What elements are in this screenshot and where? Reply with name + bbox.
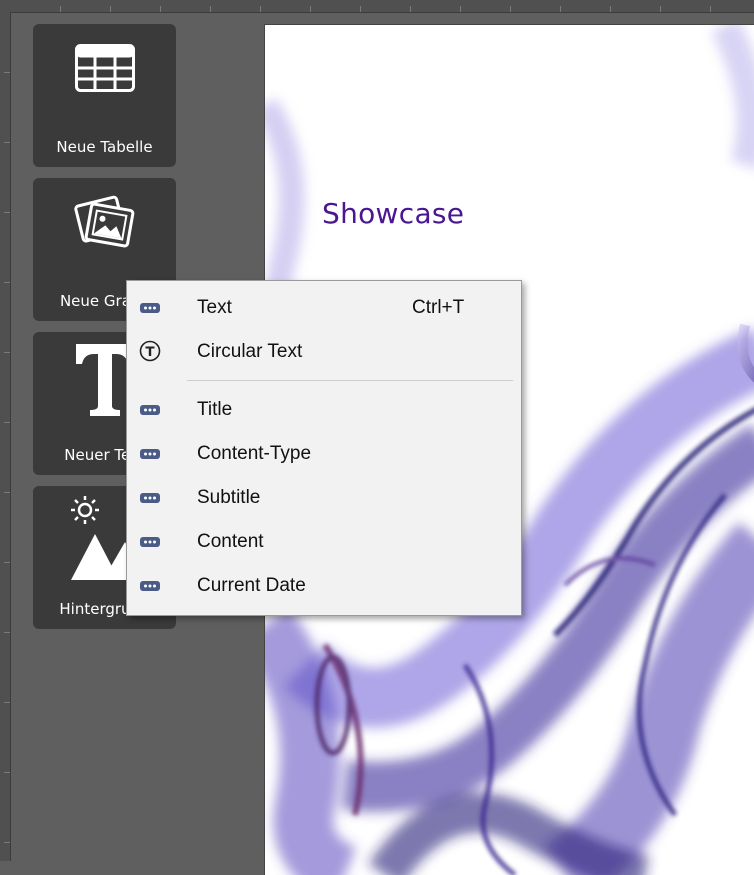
text-field-icon bbox=[140, 493, 160, 503]
circular-text-icon bbox=[139, 340, 161, 362]
ruler-tick bbox=[560, 6, 561, 12]
ruler-tick bbox=[4, 702, 10, 703]
menu-item-title[interactable]: Title bbox=[127, 389, 521, 429]
new-table-label: Neue Tabelle bbox=[56, 138, 153, 156]
ruler-tick bbox=[4, 212, 10, 213]
ruler-tick bbox=[4, 352, 10, 353]
ruler-tick bbox=[4, 422, 10, 423]
text-field-icon bbox=[140, 537, 160, 547]
ruler-tick bbox=[210, 6, 211, 12]
ruler-tick bbox=[160, 6, 161, 12]
menu-separator bbox=[187, 380, 513, 381]
ruler-tick bbox=[710, 6, 711, 12]
menu-item-label: Content-Type bbox=[197, 443, 312, 464]
ruler-tick bbox=[4, 842, 10, 843]
vertical-ruler bbox=[0, 12, 11, 861]
menu-item-label: Text bbox=[197, 297, 232, 318]
menu-item-label: Subtitle bbox=[197, 487, 261, 508]
ruler-tick bbox=[260, 6, 261, 12]
menu-item-subtitle[interactable]: Subtitle bbox=[127, 477, 521, 517]
new-table-button[interactable]: Neue Tabelle bbox=[33, 24, 176, 167]
text-field-icon bbox=[140, 581, 160, 591]
menu-item-shortcut: Ctrl+T bbox=[412, 297, 465, 318]
ruler-tick bbox=[360, 6, 361, 12]
menu-item-text[interactable]: Text Ctrl+T bbox=[127, 287, 521, 327]
menu-item-content-type[interactable]: Content-Type bbox=[127, 433, 521, 473]
ruler-tick bbox=[4, 142, 10, 143]
slide-title[interactable]: Showcase bbox=[322, 197, 464, 230]
text-field-icon bbox=[140, 405, 160, 415]
text-field-icon bbox=[140, 449, 160, 459]
horizontal-ruler bbox=[0, 0, 754, 13]
ruler-tick bbox=[60, 6, 61, 12]
ruler-tick bbox=[4, 72, 10, 73]
ruler-tick bbox=[510, 6, 511, 12]
menu-item-current-date[interactable]: Current Date bbox=[127, 565, 521, 605]
text-field-icon bbox=[140, 303, 160, 313]
menu-item-label: Current Date bbox=[197, 575, 306, 596]
table-icon bbox=[74, 44, 135, 92]
ruler-tick bbox=[310, 6, 311, 12]
menu-item-label: Circular Text bbox=[197, 341, 303, 362]
menu-item-label: Content bbox=[197, 531, 264, 552]
insert-text-context-menu: Text Ctrl+T Circular Text Title Content-… bbox=[126, 280, 522, 616]
ruler-tick bbox=[410, 6, 411, 12]
ruler-tick bbox=[660, 6, 661, 12]
ruler-tick bbox=[4, 562, 10, 563]
ruler-tick bbox=[610, 6, 611, 12]
ruler-tick bbox=[4, 282, 10, 283]
menu-item-content[interactable]: Content bbox=[127, 521, 521, 561]
ruler-tick bbox=[110, 6, 111, 12]
ruler-tick bbox=[4, 492, 10, 493]
menu-item-label: Title bbox=[197, 399, 233, 420]
ruler-tick bbox=[4, 772, 10, 773]
ruler-tick bbox=[4, 632, 10, 633]
ruler-tick bbox=[460, 6, 461, 12]
picture-icon bbox=[73, 195, 134, 248]
menu-item-circular-text[interactable]: Circular Text bbox=[127, 331, 521, 371]
